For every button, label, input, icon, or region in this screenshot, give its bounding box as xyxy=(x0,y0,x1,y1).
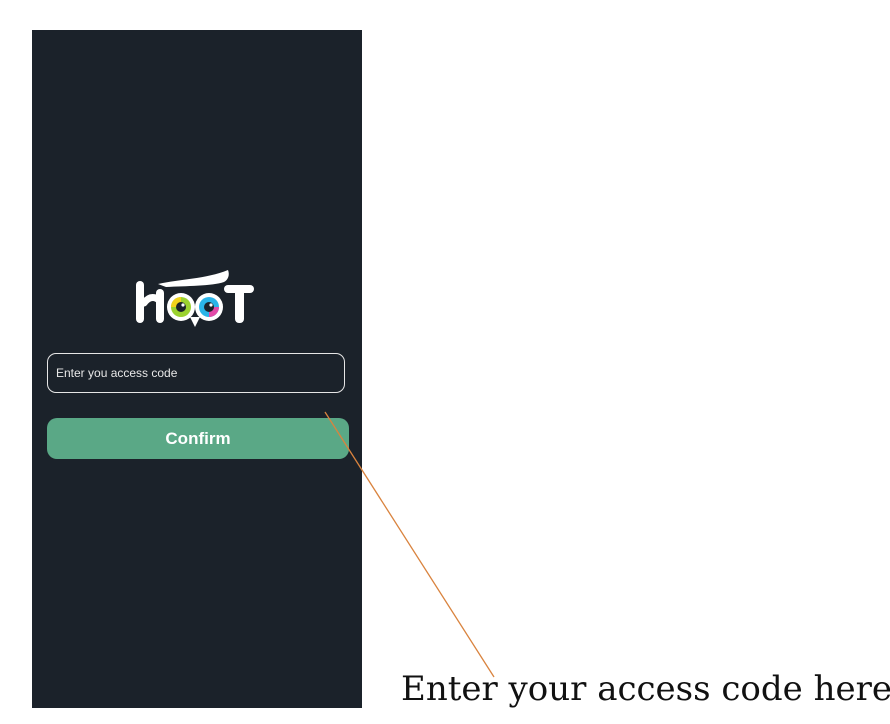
confirm-button[interactable]: Confirm xyxy=(47,418,349,459)
page: Confirm Enter your access code here xyxy=(0,0,890,724)
hoot-logo xyxy=(136,270,254,327)
annotation-text: Enter your access code here xyxy=(401,669,890,709)
phone-screen: Confirm xyxy=(32,30,362,708)
access-code-input[interactable] xyxy=(47,353,345,393)
